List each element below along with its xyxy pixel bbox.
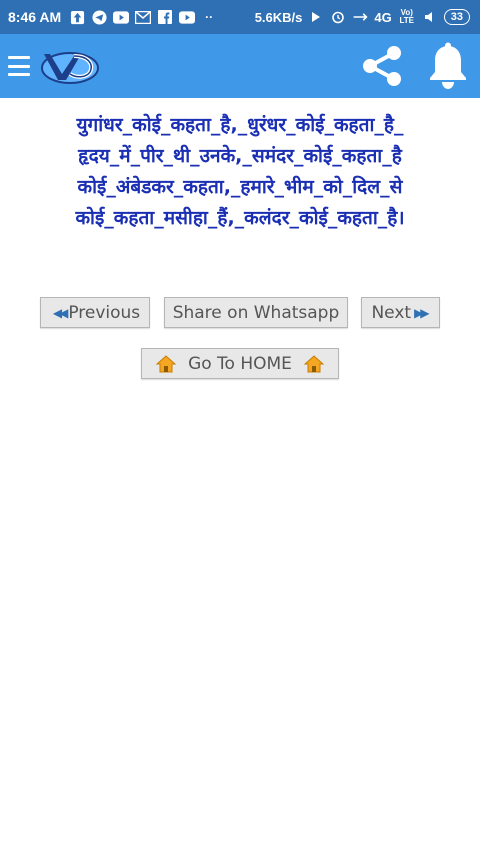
app-bar bbox=[0, 34, 480, 98]
app-logo[interactable] bbox=[40, 44, 100, 88]
mute-icon bbox=[422, 9, 438, 25]
poem-line: युगांधर_कोई_कहता_है,_धुरंधर_कोई_कहता_है_ bbox=[76, 114, 404, 136]
go-home-button[interactable]: Go To HOME bbox=[141, 348, 339, 379]
home-label: Go To HOME bbox=[188, 353, 292, 374]
alarm-icon bbox=[330, 9, 346, 25]
volte-badge: Vo) LTE bbox=[399, 8, 414, 25]
home-icon bbox=[156, 354, 177, 372]
bell-icon[interactable] bbox=[426, 42, 470, 90]
battery-indicator: 33 bbox=[443, 9, 470, 25]
play-icon bbox=[308, 9, 324, 25]
previous-label: Previous bbox=[68, 302, 141, 323]
telegram-icon bbox=[91, 9, 107, 25]
share-whatsapp-button[interactable]: Share on Whatsapp bbox=[164, 297, 348, 328]
network-type: 4G bbox=[374, 9, 392, 25]
poem-line: हृदय_में_पीर_थी_उनके,_समंदर_कोई_कहता_है bbox=[78, 145, 402, 167]
net-speed: 5.6KB/s bbox=[254, 9, 303, 25]
next-button[interactable]: Next ▶▶ bbox=[361, 297, 440, 328]
status-time: 8:46 AM bbox=[8, 9, 62, 25]
more-dots-icon: ·· bbox=[205, 10, 214, 24]
signal-icon bbox=[352, 9, 368, 25]
youtube-icon bbox=[113, 9, 130, 25]
status-bar: 8:46 AM ·· 5.6KB/s 4G Vo) LTE 33 bbox=[0, 0, 480, 34]
share-icon[interactable] bbox=[358, 42, 406, 90]
poem-text: युगांधर_कोई_कहता_है,_धुरंधर_कोई_कहता_है_… bbox=[20, 110, 460, 234]
notification-icons: ·· bbox=[69, 9, 217, 25]
upload-icon bbox=[69, 9, 85, 25]
gmail-icon bbox=[135, 9, 152, 25]
previous-button[interactable]: ◀◀ Previous bbox=[40, 297, 150, 328]
poem-line: कोई_कहता_मसीहा_हैं,_कलंदर_कोई_कहता_है। bbox=[75, 207, 405, 229]
home-icon bbox=[303, 354, 324, 372]
share-label: Share on Whatsapp bbox=[172, 302, 340, 323]
menu-icon[interactable] bbox=[8, 55, 30, 77]
youtube-icon bbox=[179, 9, 196, 25]
facebook-icon bbox=[157, 9, 173, 25]
status-right: 5.6KB/s 4G Vo) LTE 33 bbox=[255, 9, 470, 25]
poem-line: कोई_अंबेडकर_कहता,_हमारे_भीम_को_दिल_से bbox=[77, 176, 403, 198]
fast-forward-icon: ▶▶ bbox=[414, 305, 430, 320]
rewind-icon: ◀◀ bbox=[52, 305, 69, 320]
next-label: Next bbox=[371, 302, 412, 323]
